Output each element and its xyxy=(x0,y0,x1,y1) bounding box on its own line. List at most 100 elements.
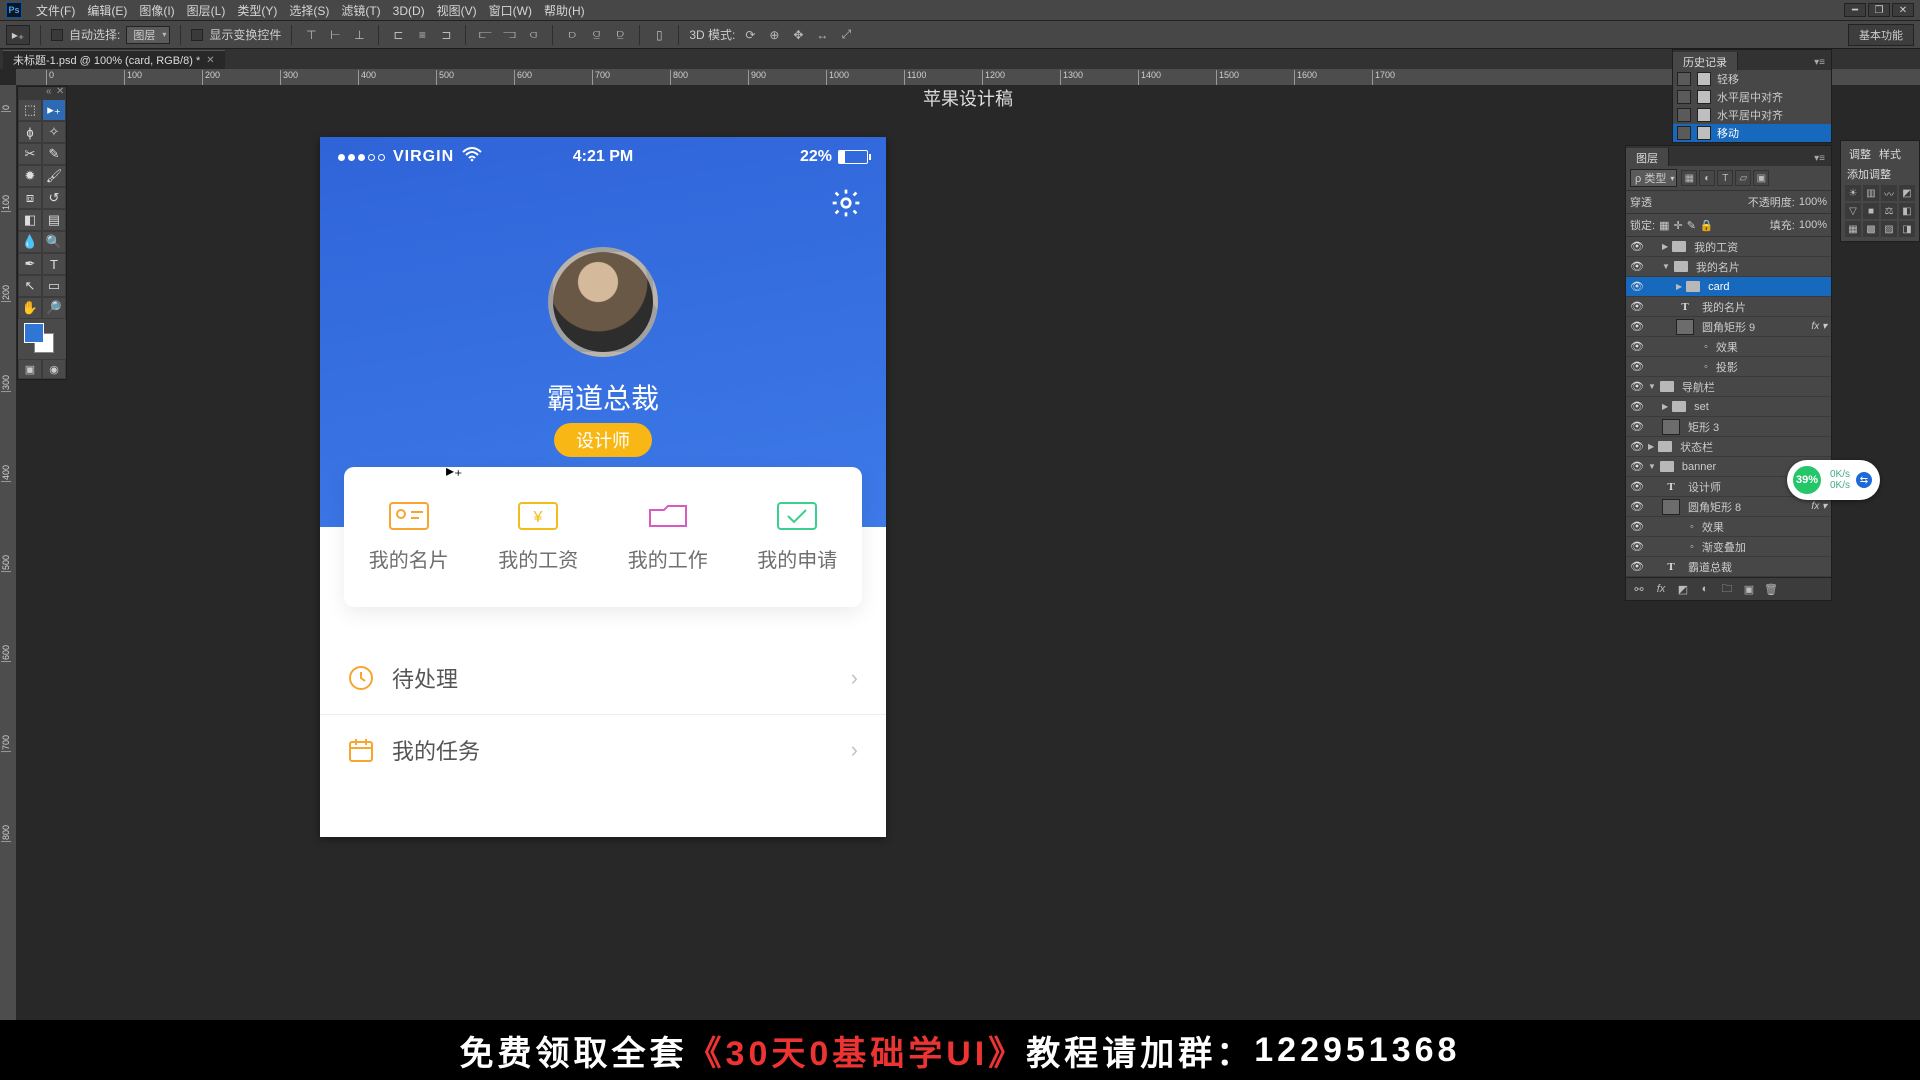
layer-mask-icon[interactable]: ◩ xyxy=(1674,581,1692,597)
adjustment-layer-icon[interactable]: ◐ xyxy=(1696,581,1714,597)
layer-group-icon[interactable]: 🗀 xyxy=(1718,581,1736,597)
stamp-tool[interactable]: ⧈ xyxy=(18,187,42,209)
align-top-icon[interactable]: ⊤ xyxy=(302,26,320,44)
layer-row[interactable]: 👁圆角矩形 8fx ▾ xyxy=(1626,497,1831,517)
list-item-pending[interactable]: 待处理 › xyxy=(320,642,886,714)
foreground-swatch[interactable] xyxy=(24,323,44,343)
layer-row[interactable]: 👁▼我的名片 xyxy=(1626,257,1831,277)
trash-icon[interactable]: 🗑 xyxy=(1762,581,1780,597)
lock-pos-icon[interactable]: ✛ xyxy=(1673,219,1682,232)
layer-row[interactable]: 👁圆角矩形 9fx ▾ xyxy=(1626,317,1831,337)
layer-row[interactable]: 👁▼导航栏 xyxy=(1626,377,1831,397)
align-bottom-icon[interactable]: ⊥ xyxy=(350,26,368,44)
blur-tool[interactable]: 💧 xyxy=(18,231,42,253)
align-right-icon[interactable]: ⊐ xyxy=(437,26,455,44)
history-brush-tool[interactable]: ↺ xyxy=(42,187,66,209)
eyedropper-tool[interactable]: ✎ xyxy=(42,143,66,165)
filter-smart-icon[interactable]: ▣ xyxy=(1753,170,1769,186)
layer-filter-dropdown[interactable]: ρ 类型 xyxy=(1630,169,1677,187)
card-my-work[interactable]: 我的工作 xyxy=(628,502,708,573)
align-vmid-icon[interactable]: ⊢ xyxy=(326,26,344,44)
history-tab[interactable]: 历史记录 xyxy=(1673,52,1738,70)
link-layers-icon[interactable]: ⚯ xyxy=(1630,581,1648,597)
eraser-tool[interactable]: ◧ xyxy=(18,209,42,231)
layer-row[interactable]: 👁▶card xyxy=(1626,277,1831,297)
menu-item[interactable]: 图像(I) xyxy=(133,4,180,18)
layer-row[interactable]: 👁T霸道总裁 xyxy=(1626,557,1831,577)
align-left-icon[interactable]: ⊏ xyxy=(389,26,407,44)
distribute-icon[interactable]: ⫒ xyxy=(611,26,629,44)
card-my-apply[interactable]: 我的申请 xyxy=(757,502,837,573)
menu-item[interactable]: 帮助(H) xyxy=(538,4,591,18)
gradient-tool[interactable]: ▤ xyxy=(42,209,66,231)
arrange-icon[interactable]: ▯ xyxy=(650,26,668,44)
shape-tool[interactable]: ▭ xyxy=(42,275,66,297)
distribute-icon[interactable]: ⫎ xyxy=(500,26,518,44)
card-my-namecard[interactable]: 我的名片 xyxy=(369,502,449,573)
lock-pixel-icon[interactable]: ✎ xyxy=(1687,219,1696,232)
3d-slide-icon[interactable]: ↔ xyxy=(813,26,831,44)
layer-fx-icon[interactable]: fx xyxy=(1652,581,1670,597)
3d-orbit-icon[interactable]: ⟳ xyxy=(741,26,759,44)
document-tab[interactable]: 未标题-1.psd @ 100% (card, RGB/8) * ✕ xyxy=(3,50,225,69)
dodge-tool[interactable]: 🔍 xyxy=(42,231,66,253)
filter-pixel-icon[interactable]: ▦ xyxy=(1681,170,1697,186)
history-item[interactable]: 移动 xyxy=(1673,124,1831,142)
list-item-tasks[interactable]: 我的任务 › xyxy=(320,714,886,786)
layers-tab[interactable]: 图层 xyxy=(1626,148,1669,166)
menu-item[interactable]: 编辑(E) xyxy=(81,4,133,18)
layer-row[interactable]: 👁▶set xyxy=(1626,397,1831,417)
layer-row[interactable]: 👁▶状态栏 xyxy=(1626,437,1831,457)
card-my-salary[interactable]: ¥ 我的工资 xyxy=(498,502,578,573)
marquee-tool[interactable]: ⬚ xyxy=(18,99,42,121)
distribute-icon[interactable]: ⫏ xyxy=(524,26,542,44)
filter-shape-icon[interactable]: ▱ xyxy=(1735,170,1751,186)
menu-item[interactable]: 文件(F) xyxy=(30,4,81,18)
layer-row[interactable]: 👁◦效果 xyxy=(1626,337,1831,357)
fill-input[interactable]: 100% xyxy=(1799,219,1827,231)
network-monitor-bubble[interactable]: 39% 0K/s0K/s ⇆ xyxy=(1787,460,1880,500)
menu-item[interactable]: 视图(V) xyxy=(431,4,483,18)
history-item[interactable]: 水平居中对齐 xyxy=(1673,88,1831,106)
wand-tool[interactable]: ✧ xyxy=(42,121,66,143)
lock-all-icon[interactable]: ▦ xyxy=(1659,219,1669,232)
opacity-input[interactable]: 100% xyxy=(1799,196,1827,208)
hand-tool[interactable]: ✋ xyxy=(18,297,42,319)
window-close-button[interactable]: ✕ xyxy=(1892,3,1914,17)
standard-mode-button[interactable]: ▣ xyxy=(18,359,42,379)
zoom-tool[interactable]: 🔎 xyxy=(42,297,66,319)
auto-select-target-dropdown[interactable]: 图层 xyxy=(126,26,170,44)
active-tool-chip[interactable]: ▸₊ xyxy=(6,25,30,45)
settings-gear-icon[interactable] xyxy=(830,187,862,222)
distribute-icon[interactable]: ⫑ xyxy=(587,26,605,44)
layer-row[interactable]: 👁◦效果 xyxy=(1626,517,1831,537)
close-icon[interactable]: ✕ xyxy=(56,88,64,96)
menu-item[interactable]: 窗口(W) xyxy=(483,4,538,18)
pen-tool[interactable]: ✒ xyxy=(18,253,42,275)
crop-tool[interactable]: ✂ xyxy=(18,143,42,165)
filter-adjust-icon[interactable]: ◐ xyxy=(1699,170,1715,186)
menu-item[interactable]: 类型(Y) xyxy=(231,4,283,18)
distribute-icon[interactable]: ⫐ xyxy=(563,26,581,44)
menu-item[interactable]: 滤镜(T) xyxy=(335,4,386,18)
3d-zoom-icon[interactable]: ⤢ xyxy=(837,26,855,44)
quickmask-button[interactable]: ◉ xyxy=(42,359,66,379)
layer-row[interactable]: 👁◦渐变叠加 xyxy=(1626,537,1831,557)
panel-menu-icon[interactable]: ▾≡ xyxy=(1808,151,1831,166)
menu-item[interactable]: 选择(S) xyxy=(283,4,335,18)
3d-roll-icon[interactable]: ⊕ xyxy=(765,26,783,44)
3d-pan-icon[interactable]: ✥ xyxy=(789,26,807,44)
new-layer-icon[interactable]: ▣ xyxy=(1740,581,1758,597)
distribute-icon[interactable]: ⫍ xyxy=(476,26,494,44)
auto-select-checkbox[interactable] xyxy=(51,29,63,41)
window-minimize-button[interactable]: ━ xyxy=(1844,3,1866,17)
layer-row[interactable]: 👁▶我的工资 xyxy=(1626,237,1831,257)
layer-row[interactable]: 👁矩形 3 xyxy=(1626,417,1831,437)
path-tool[interactable]: ↖ xyxy=(18,275,42,297)
brush-tool[interactable]: 🖌 xyxy=(42,165,66,187)
filter-type-icon[interactable]: T xyxy=(1717,170,1733,186)
window-maximize-button[interactable]: ❐ xyxy=(1868,3,1890,17)
menu-item[interactable]: 3D(D) xyxy=(387,4,431,18)
layer-row[interactable]: 👁◦投影 xyxy=(1626,357,1831,377)
history-item[interactable]: 轻移 xyxy=(1673,70,1831,88)
